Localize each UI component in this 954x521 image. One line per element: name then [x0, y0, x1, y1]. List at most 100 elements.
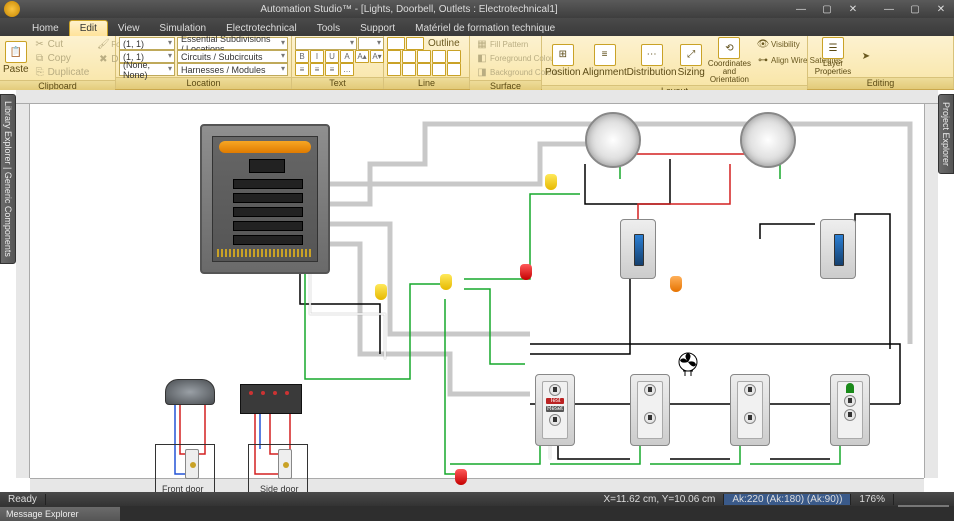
- message-explorer-tab[interactable]: Message Explorer: [0, 506, 120, 521]
- bg-icon: ◨: [476, 66, 488, 78]
- child-maximize-button[interactable]: ▢: [814, 1, 840, 17]
- arrow1-button[interactable]: [387, 63, 401, 76]
- tab-edit[interactable]: Edit: [69, 20, 108, 36]
- align-left-button[interactable]: ≡: [295, 63, 309, 76]
- coords-orient-button[interactable]: ⟲Coordinates and Orientation: [708, 37, 751, 84]
- child-close-button[interactable]: ✕: [840, 1, 866, 17]
- text-more-button[interactable]: …: [340, 63, 354, 76]
- position-button[interactable]: ⊞Position: [545, 37, 581, 84]
- tab-support[interactable]: Support: [350, 21, 405, 36]
- light-switch-1[interactable]: [620, 219, 656, 279]
- distribution-button[interactable]: ⋯Distribution: [629, 37, 675, 84]
- front-door-box: [155, 444, 215, 492]
- library-explorer-tab[interactable]: Library Explorer | Generic Components: [0, 94, 16, 264]
- doorbell-transformer[interactable]: [165, 379, 215, 405]
- grow-font-button[interactable]: A▴: [355, 50, 369, 63]
- wire-nut-red-2[interactable]: [455, 469, 467, 485]
- project-explorer-tab[interactable]: Project Explorer: [938, 94, 954, 174]
- select-arrow-button[interactable]: ➤: [857, 37, 875, 76]
- electrical-panel[interactable]: [200, 124, 330, 274]
- shrink-font-button[interactable]: A▾: [370, 50, 384, 63]
- line-color-button[interactable]: [387, 37, 405, 50]
- arrow2-button[interactable]: [402, 63, 416, 76]
- title-bar: Automation Studio™ - [Lights, Doorbell, …: [0, 0, 954, 18]
- sizing-button[interactable]: ⤢Sizing: [678, 37, 705, 84]
- smoke-detector-1[interactable]: [585, 112, 641, 168]
- light-switch-2[interactable]: [820, 219, 856, 279]
- minimize-button[interactable]: —: [876, 1, 902, 17]
- fan-icon[interactable]: [675, 352, 701, 378]
- fontcolor-button[interactable]: A: [340, 50, 354, 63]
- align-right-button[interactable]: ≡: [325, 63, 339, 76]
- arrow4-button[interactable]: [432, 63, 446, 76]
- main-breaker[interactable]: [249, 159, 285, 173]
- outlet-2[interactable]: [730, 374, 770, 446]
- cut-button[interactable]: ✂Cut: [31, 37, 93, 51]
- child-minimize-button[interactable]: —: [788, 1, 814, 17]
- brush-icon: 🖌: [97, 38, 109, 50]
- duplicate-button[interactable]: ⎘Duplicate: [31, 65, 93, 79]
- group-editing-label: Editing: [808, 77, 953, 89]
- paste-label: Paste: [3, 64, 29, 75]
- gfci-outlet[interactable]: Test Reset: [535, 374, 575, 446]
- group-line-label: Line: [384, 77, 469, 89]
- line-style1-button[interactable]: [387, 50, 401, 63]
- underline-button[interactable]: U: [325, 50, 339, 63]
- paste-icon: 📋: [10, 47, 22, 58]
- subdivisions-dropdown[interactable]: Essential Subdivisions / Locations: [177, 37, 288, 50]
- line-style3-button[interactable]: [417, 50, 431, 63]
- line-style2-button[interactable]: [402, 50, 416, 63]
- receptacle-icon: [549, 414, 561, 426]
- coord3-dropdown[interactable]: (None, None): [119, 63, 175, 76]
- gfci-reset-button[interactable]: Reset: [546, 406, 564, 412]
- ribbon: 📋 Paste ✂Cut ⧉Copy ⎘Duplicate 🖌Format Pa…: [0, 36, 954, 90]
- wire-nut-yellow-3[interactable]: [440, 274, 452, 290]
- gfci-test-button[interactable]: Test: [546, 398, 564, 404]
- breaker-5[interactable]: [233, 235, 303, 245]
- tab-view[interactable]: View: [108, 21, 150, 36]
- bold-button[interactable]: B: [295, 50, 309, 63]
- breaker-1[interactable]: [233, 179, 303, 189]
- wire-icon: ⊶: [757, 54, 769, 66]
- status-grid: Ak:220 (Ak:180) (Ak:90)): [724, 494, 851, 505]
- paste-button[interactable]: 📋 Paste: [3, 37, 29, 79]
- close-button[interactable]: ✕: [928, 1, 954, 17]
- diagram-canvas[interactable]: Front door Side door Test Reset: [30, 104, 924, 478]
- tab-tools[interactable]: Tools: [307, 21, 350, 36]
- layer-properties-button[interactable]: ☰Layer Properties: [811, 37, 855, 76]
- ribbon-tabs: Home Edit View Simulation Electrotechnic…: [0, 18, 954, 36]
- coord1-dropdown[interactable]: (1, 1): [119, 37, 175, 50]
- outlet-1[interactable]: [630, 374, 670, 446]
- italic-button[interactable]: I: [310, 50, 324, 63]
- breaker-2[interactable]: [233, 193, 303, 203]
- smoke-detector-2[interactable]: [740, 112, 796, 168]
- outline-button[interactable]: Outline: [425, 37, 463, 50]
- wire-nut-yellow-2[interactable]: [375, 284, 387, 300]
- tab-training[interactable]: Matériel de formation technique: [405, 21, 565, 36]
- circuits-dropdown[interactable]: Circuits / Subcircuits: [177, 50, 288, 63]
- wire-nut-red-1[interactable]: [520, 264, 532, 280]
- wire-nut-yellow-1[interactable]: [545, 174, 557, 190]
- font-dropdown[interactable]: [295, 37, 357, 50]
- tab-home[interactable]: Home: [22, 21, 69, 36]
- breaker-3[interactable]: [233, 207, 303, 217]
- copy-button[interactable]: ⧉Copy: [31, 51, 93, 65]
- breaker-4[interactable]: [233, 221, 303, 231]
- align-center-button[interactable]: ≡: [310, 63, 324, 76]
- line-style5-button[interactable]: [447, 50, 461, 63]
- status-zoom[interactable]: 176%: [851, 494, 894, 505]
- line-style4-button[interactable]: [432, 50, 446, 63]
- alignment-button[interactable]: ≡Alignment: [584, 37, 626, 84]
- eye-icon: 👁: [757, 38, 769, 50]
- maximize-button[interactable]: ▢: [902, 1, 928, 17]
- arrow5-button[interactable]: [447, 63, 461, 76]
- line-weight-button[interactable]: [406, 37, 424, 50]
- fontsize-dropdown[interactable]: [358, 37, 384, 50]
- harnesses-dropdown[interactable]: Harnesses / Modules: [177, 63, 288, 76]
- wire-nut-orange-1[interactable]: [670, 276, 682, 292]
- outlet-3[interactable]: [830, 374, 870, 446]
- arrow3-button[interactable]: [417, 63, 431, 76]
- fill-icon: ▦: [476, 38, 488, 50]
- doorbell-chime[interactable]: [240, 384, 302, 414]
- group-line: Outline Line: [384, 36, 470, 89]
